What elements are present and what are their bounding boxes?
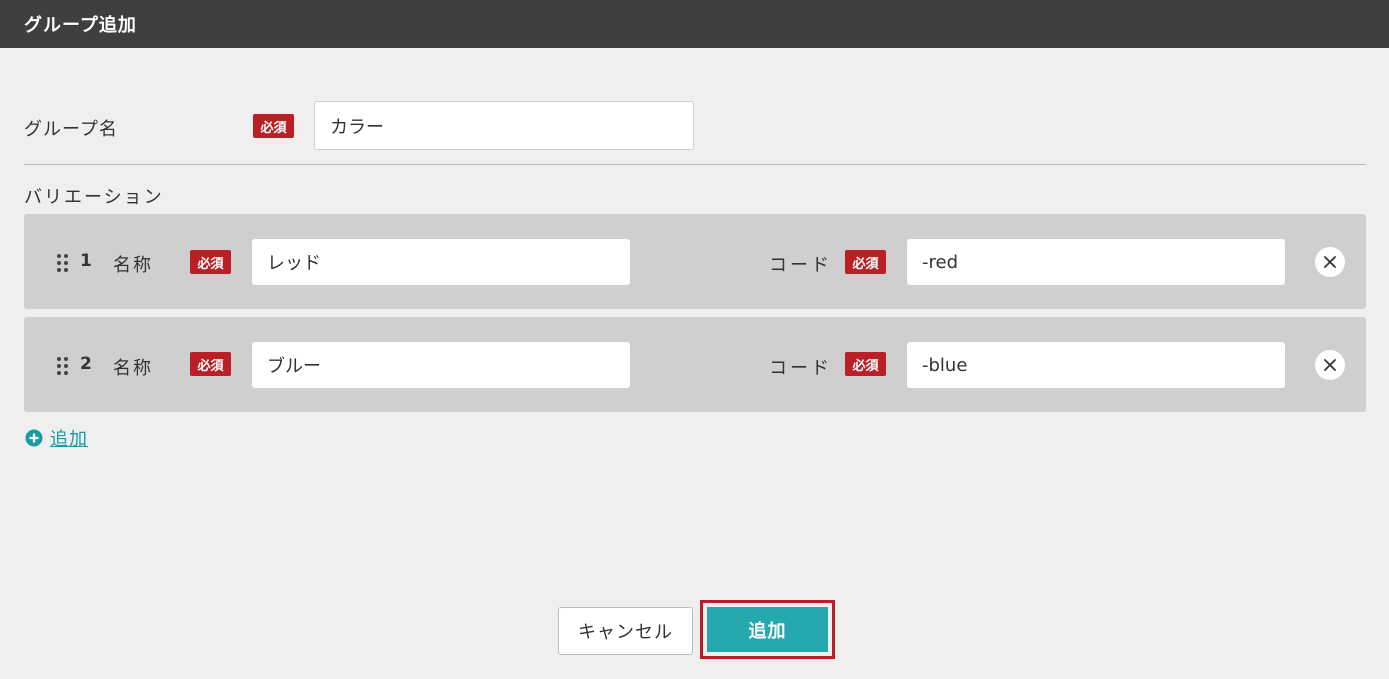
close-icon	[1324, 359, 1336, 371]
divider	[24, 164, 1366, 165]
group-name-label: グループ名	[24, 119, 118, 140]
variation-code-label: コード	[769, 358, 832, 379]
variation-name-label: 名称	[113, 255, 153, 276]
dialog-title: グループ追加	[24, 15, 137, 36]
variation-name-input[interactable]	[252, 342, 630, 388]
cancel-button[interactable]: キャンセル	[558, 607, 693, 655]
required-badge: 必須	[190, 352, 231, 376]
required-badge: 必須	[253, 114, 294, 138]
variation-row: 1 名称 必須 コード 必須	[24, 214, 1366, 309]
add-variation-link[interactable]: 追加	[25, 425, 88, 451]
required-badge: 必須	[190, 250, 231, 274]
dialog-header: グループ追加	[0, 0, 1389, 48]
remove-variation-button[interactable]	[1315, 350, 1345, 380]
variation-heading: バリエーション	[24, 187, 164, 208]
required-badge: 必須	[845, 250, 886, 274]
variation-number: 1	[80, 251, 92, 271]
drag-handle-icon[interactable]	[57, 357, 69, 375]
remove-variation-button[interactable]	[1315, 247, 1345, 277]
variation-name-label: 名称	[113, 358, 153, 379]
drag-handle-icon[interactable]	[57, 254, 69, 272]
variation-code-input[interactable]	[907, 239, 1285, 285]
variation-code-input[interactable]	[907, 342, 1285, 388]
variation-row: 2 名称 必須 コード 必須	[24, 317, 1366, 412]
add-variation-label: 追加	[50, 429, 88, 450]
group-name-input[interactable]	[314, 101, 694, 150]
close-icon	[1324, 256, 1336, 268]
plus-circle-icon	[25, 429, 43, 447]
variation-number: 2	[80, 354, 92, 374]
required-badge: 必須	[845, 352, 886, 376]
submit-add-button[interactable]: 追加	[707, 607, 828, 652]
variation-code-label: コード	[769, 255, 832, 276]
group-name-row: グループ名 必須	[24, 101, 1366, 151]
variation-name-input[interactable]	[252, 239, 630, 285]
submit-highlight-frame: 追加	[700, 600, 835, 659]
